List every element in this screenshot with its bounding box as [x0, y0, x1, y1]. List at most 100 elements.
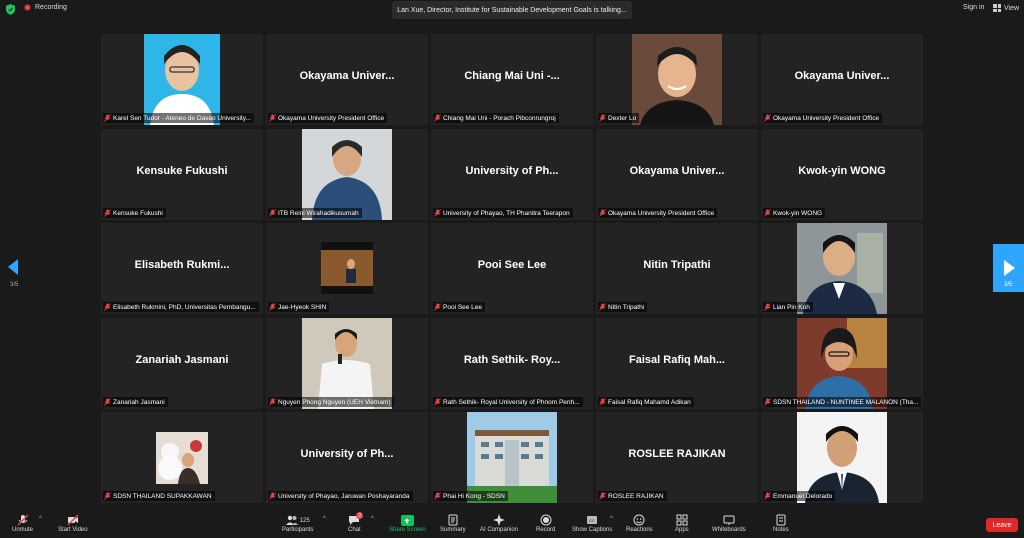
participant-tile[interactable]: Okayama Univer... Okayama University Pre…	[761, 34, 923, 125]
view-label: View	[1004, 4, 1020, 12]
sign-in-link[interactable]: Sign in	[963, 4, 984, 11]
participant-display-name: Okayama Univer...	[299, 70, 395, 82]
unmute-button[interactable]: Unmute	[12, 514, 33, 533]
participant-label: University of Phayao, TH Phanitra Teerap…	[433, 208, 573, 218]
ai-companion-button[interactable]: AI Companion	[480, 514, 518, 533]
mic-muted-icon	[764, 209, 771, 217]
participants-options-chevron-icon[interactable]: ^	[323, 516, 326, 522]
participant-tile[interactable]: Okayama Univer... Okayama University Pre…	[266, 34, 428, 125]
participant-tile[interactable]: Dexter Lo	[596, 34, 758, 125]
reactions-icon	[633, 514, 645, 526]
shield-icon[interactable]	[6, 4, 15, 15]
start-video-button[interactable]: Start Video	[58, 514, 88, 533]
mic-muted-icon	[104, 492, 111, 500]
participant-name: SDSN THAILAND SUPAKKAWAN	[113, 492, 212, 500]
participant-video	[144, 34, 220, 125]
summary-button[interactable]: Summary	[440, 514, 466, 533]
mic-muted-icon	[434, 209, 441, 217]
participant-name: Kwok-yin WONG	[773, 209, 823, 217]
share-screen-icon	[400, 515, 414, 526]
participant-tile[interactable]: Emmanuel Delorado	[761, 412, 923, 503]
page-indicator-right: 3/5	[1004, 282, 1013, 288]
participant-tile[interactable]: SDSN THAILAND - NUNTINEE MALANON (Tha...	[761, 318, 923, 409]
microphone-muted-icon	[16, 514, 29, 526]
notes-icon	[776, 514, 786, 526]
mic-muted-icon	[434, 114, 441, 122]
mic-muted-icon	[269, 209, 276, 217]
share-screen-button[interactable]: Share Screen	[389, 514, 426, 533]
participant-display-name: University of Ph...	[465, 165, 559, 177]
view-button[interactable]: View	[993, 4, 1019, 12]
participant-tile[interactable]: Lian Pin Koh	[761, 223, 923, 314]
participant-tile[interactable]: Okayama Univer... Okayama University Pre…	[596, 129, 758, 220]
notes-button[interactable]: Notes	[773, 514, 789, 533]
participant-tile[interactable]: Zanariah Jasmani Zanariah Jasmani	[101, 318, 263, 409]
participant-tile[interactable]: Jae-Hyeok SHIN	[266, 223, 428, 314]
show-captions-button[interactable]: CC Show Captions	[572, 514, 612, 533]
whiteboards-label: Whiteboards	[712, 527, 746, 533]
whiteboard-icon	[723, 515, 735, 525]
mic-muted-icon	[764, 303, 771, 311]
participant-label: Okayama University President Office	[268, 113, 388, 123]
participant-tile[interactable]: University of Ph... University of Phayao…	[431, 129, 593, 220]
mic-muted-icon	[269, 398, 276, 406]
participant-tile[interactable]: Karel Sen Tudor - Ateneo de Davao Univer…	[101, 34, 263, 125]
participant-video	[302, 129, 392, 220]
participant-tile[interactable]: Pooi See Lee Pooi See Lee	[431, 223, 593, 314]
participant-display-name: Kwok-yin WONG	[798, 165, 886, 177]
grid-view-icon	[993, 4, 1001, 12]
participants-count: 125	[299, 517, 310, 524]
participant-display-name: Okayama Univer...	[794, 70, 890, 82]
captions-icon: CC	[587, 516, 598, 524]
participant-video	[156, 432, 208, 484]
participants-icon	[285, 515, 298, 525]
mic-muted-icon	[434, 398, 441, 406]
participant-name: Chiang Mai Uni - Porach Pibconrungroj	[443, 114, 556, 122]
participant-video	[632, 34, 722, 125]
chat-button[interactable]: 2 Chat	[348, 512, 364, 533]
participant-label: Dexter Lo	[598, 113, 640, 123]
participant-tile[interactable]: ROSLEE RAJIKAN ROSLEE RAJIKAN	[596, 412, 758, 503]
participant-tile[interactable]: SDSN THAILAND SUPAKKAWAN	[101, 412, 263, 503]
participant-tile[interactable]: Nitin Tripathi Nitin Tripathi	[596, 223, 758, 314]
participant-tile[interactable]: Phai Hi Kong - SDSN	[431, 412, 593, 503]
participant-display-name: Faisal Rafiq Mah...	[629, 354, 725, 366]
mic-muted-icon	[434, 492, 441, 500]
apps-button[interactable]: Apps	[675, 514, 689, 533]
participant-name: Rath Sethik- Royal University of Phnom P…	[443, 398, 580, 406]
record-button[interactable]: Record	[536, 514, 555, 533]
participant-name: Nguyen Phong Nguyen (UEH Vietnam)	[278, 398, 391, 406]
participant-tile[interactable]: Chiang Mai Uni -... Chiang Mai Uni - Por…	[431, 34, 593, 125]
participant-tile[interactable]: ITB Reini Wirahadikusumah	[266, 129, 428, 220]
participant-name: University of Phayao, Jaruwan Poshayaran…	[278, 492, 410, 500]
participant-tile[interactable]: Elisabeth Rukmi... Elisabeth Rukmini, Ph…	[101, 223, 263, 314]
participant-label: Nitin Tripathi	[598, 302, 648, 312]
audio-options-chevron-icon[interactable]: ^	[39, 516, 42, 522]
participant-tile[interactable]: Faisal Rafiq Mah... Faisal Rafiq Mahamd …	[596, 318, 758, 409]
summary-label: Summary	[440, 527, 466, 533]
participant-video	[797, 318, 887, 409]
summary-icon	[448, 514, 458, 526]
participant-label: ITB Reini Wirahadikusumah	[268, 208, 362, 218]
participants-button[interactable]: 125 Participants	[282, 514, 313, 533]
show-captions-label: Show Captions	[572, 527, 613, 533]
leave-button[interactable]: Leave	[986, 518, 1018, 532]
participant-tile[interactable]: Kensuke Fukushi Kensuke Fukushi	[101, 129, 263, 220]
captions-options-chevron-icon[interactable]: ^	[610, 516, 613, 522]
participant-tile[interactable]: Rath Sethik- Roy... Rath Sethik- Royal U…	[431, 318, 593, 409]
reactions-button[interactable]: Reactions	[626, 514, 653, 533]
participant-name: Emmanuel Delorado	[773, 492, 833, 500]
start-video-label: Start Video	[58, 527, 88, 533]
participant-tile[interactable]: Kwok-yin WONG Kwok-yin WONG	[761, 129, 923, 220]
participant-name: Nitin Tripathi	[608, 303, 645, 311]
participant-name: Okayama University President Office	[608, 209, 715, 217]
record-icon	[540, 514, 552, 526]
chat-options-chevron-icon[interactable]: ^	[371, 516, 374, 522]
recording-indicator[interactable]: Recording	[24, 4, 67, 11]
participant-tile[interactable]: Nguyen Phong Nguyen (UEH Vietnam)	[266, 318, 428, 409]
participant-tile[interactable]: University of Ph... University of Phayao…	[266, 412, 428, 503]
whiteboards-button[interactable]: Whiteboards	[712, 514, 746, 533]
participant-name: Faisal Rafiq Mahamd Adikan	[608, 398, 691, 406]
sparkle-icon	[493, 514, 506, 526]
previous-page-icon[interactable]	[6, 258, 20, 276]
